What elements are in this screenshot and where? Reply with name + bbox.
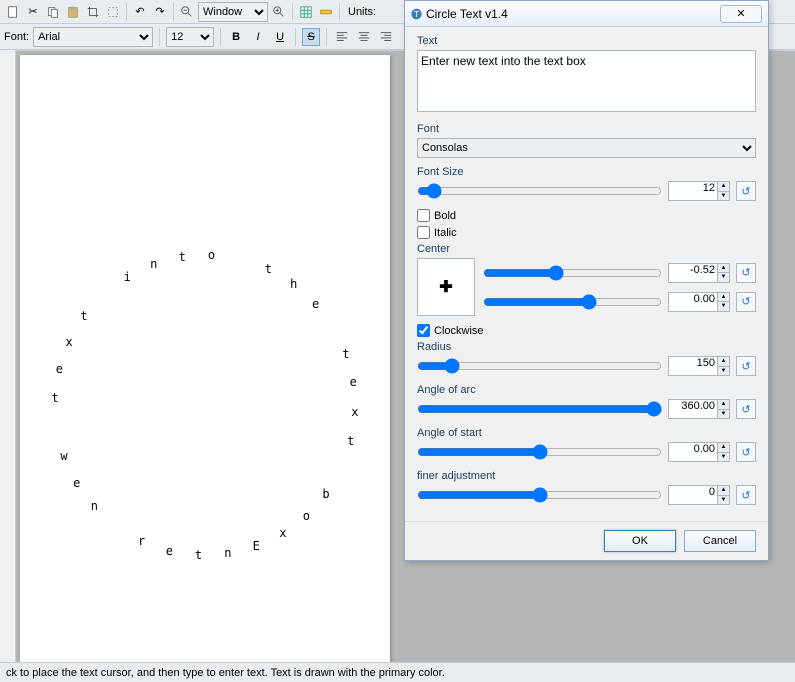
radius-input[interactable]: 150▲▼ [668, 356, 730, 376]
zoom-in-icon[interactable] [270, 3, 288, 21]
strikethrough-button[interactable]: S [302, 28, 320, 46]
bold-button[interactable]: B [227, 28, 245, 46]
align-left-icon[interactable] [333, 28, 351, 46]
angle-start-input[interactable]: 0.00▲▼ [668, 442, 730, 462]
paste-icon[interactable] [64, 3, 82, 21]
fontsize-reset-button[interactable]: ↺ [736, 181, 756, 201]
text-input[interactable] [417, 50, 756, 112]
center-y-reset-button[interactable]: ↺ [736, 292, 756, 312]
finer-label: finer adjustment [417, 470, 756, 482]
fontsize-label: Font Size [417, 166, 756, 178]
radius-reset-button[interactable]: ↺ [736, 356, 756, 376]
crop-icon[interactable] [84, 3, 102, 21]
center-preview[interactable]: ✚ [417, 258, 475, 316]
italic-button[interactable]: I [249, 28, 267, 46]
font-dropdown[interactable]: Consolas [417, 138, 756, 158]
italic-label: Italic [434, 227, 457, 239]
underline-button[interactable]: U [271, 28, 289, 46]
finer-slider[interactable] [417, 486, 662, 504]
finer-reset-button[interactable]: ↺ [736, 485, 756, 505]
angle-start-slider[interactable] [417, 443, 662, 461]
zoom-out-icon[interactable] [178, 3, 196, 21]
radius-slider[interactable] [417, 357, 662, 375]
cut-icon[interactable]: ✂ [24, 3, 42, 21]
italic-checkbox[interactable] [417, 226, 430, 239]
angle-arc-label: Angle of arc [417, 384, 756, 396]
bold-checkbox[interactable] [417, 209, 430, 222]
angle-arc-slider[interactable] [417, 400, 662, 418]
dialog-title: Circle Text v1.4 [426, 7, 720, 21]
circle-text-dialog: 🅣 Circle Text v1.4 ✕ Text Font Consolas … [404, 0, 769, 561]
spin-up-icon[interactable]: ▲ [717, 182, 729, 192]
center-label: Center [417, 243, 756, 255]
radius-label: Radius [417, 341, 756, 353]
center-y-input[interactable]: 0.00▲▼ [668, 292, 730, 312]
app-icon: 🅣 [411, 6, 422, 22]
align-right-icon[interactable] [377, 28, 395, 46]
angle-start-reset-button[interactable]: ↺ [736, 442, 756, 462]
dialog-titlebar[interactable]: 🅣 Circle Text v1.4 ✕ [405, 1, 768, 27]
clockwise-checkbox-row[interactable]: Clockwise [417, 324, 756, 337]
angle-arc-input[interactable]: 360.00▲▼ [668, 399, 730, 419]
bold-checkbox-row[interactable]: Bold [417, 209, 756, 222]
spin-down-icon[interactable]: ▼ [717, 192, 729, 201]
status-text: ck to place the text cursor, and then ty… [6, 667, 445, 679]
new-icon[interactable] [4, 3, 22, 21]
font-size-select[interactable]: 12 [166, 27, 214, 47]
status-bar: ck to place the text cursor, and then ty… [0, 662, 795, 682]
fontsize-input[interactable]: 12▲▼ [668, 181, 730, 201]
redo-icon[interactable]: ↷ [151, 3, 169, 21]
undo-icon[interactable]: ↶ [131, 3, 149, 21]
fontsize-slider[interactable] [417, 182, 662, 200]
vertical-ruler [0, 50, 16, 674]
close-button[interactable]: ✕ [720, 5, 762, 23]
font-label: Font: [4, 31, 29, 43]
grid-icon[interactable] [297, 3, 315, 21]
clockwise-checkbox[interactable] [417, 324, 430, 337]
text-label: Text [417, 35, 756, 47]
copy-icon[interactable] [44, 3, 62, 21]
angle-start-label: Angle of start [417, 427, 756, 439]
angle-arc-reset-button[interactable]: ↺ [736, 399, 756, 419]
ok-button[interactable]: OK [604, 530, 676, 552]
units-label: Units: [348, 6, 376, 18]
document-canvas[interactable]: Enter new text into the text box [20, 55, 390, 675]
cancel-button[interactable]: Cancel [684, 530, 756, 552]
clockwise-label: Clockwise [434, 325, 484, 337]
center-x-slider[interactable] [483, 264, 662, 282]
center-y-slider[interactable] [483, 293, 662, 311]
font-section-label: Font [417, 123, 756, 135]
ruler-icon[interactable] [317, 3, 335, 21]
center-x-reset-button[interactable]: ↺ [736, 263, 756, 283]
zoom-select[interactable]: Window [198, 2, 268, 22]
deselect-icon[interactable] [104, 3, 122, 21]
center-x-input[interactable]: -0.52▲▼ [668, 263, 730, 283]
bold-label: Bold [434, 210, 456, 222]
font-family-select[interactable]: Arial [33, 27, 153, 47]
finer-input[interactable]: 0▲▼ [668, 485, 730, 505]
align-center-icon[interactable] [355, 28, 373, 46]
italic-checkbox-row[interactable]: Italic [417, 226, 756, 239]
